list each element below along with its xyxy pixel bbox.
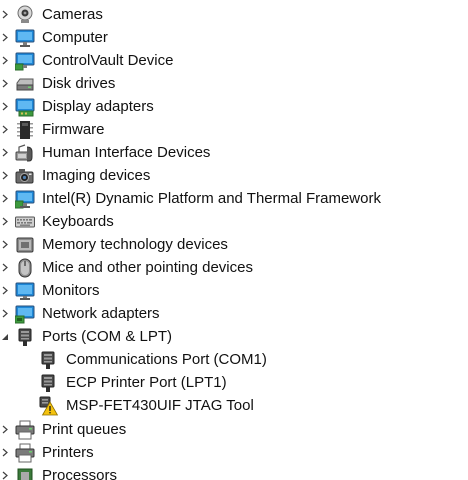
port-icon: [15, 327, 35, 347]
expand-chevron-icon[interactable]: [0, 72, 10, 95]
tree-item-label: Mice and other pointing devices: [42, 259, 253, 276]
tree-item-label: Disk drives: [42, 75, 116, 92]
tree-item-label: Print queues: [42, 421, 127, 438]
tree-item-label: ECP Printer Port (LPT1): [66, 374, 227, 391]
tree-item-label: MSP-FET430UIF JTAG Tool: [66, 397, 254, 414]
firmware-icon: [15, 120, 35, 140]
expand-chevron-icon[interactable]: [0, 141, 10, 164]
tree-item-label: Computer: [42, 29, 108, 46]
tree-item-cameras[interactable]: Cameras: [0, 3, 468, 26]
expand-chevron-icon[interactable]: [0, 164, 10, 187]
tree-item-disk-drives[interactable]: Disk drives: [0, 72, 468, 95]
tree-item-label: Human Interface Devices: [42, 144, 211, 161]
printer-icon: [15, 443, 35, 463]
tree-item-label: Communications Port (COM1): [66, 351, 267, 368]
expand-chevron-icon[interactable]: [0, 95, 10, 118]
tree-item-label: ControlVault Device: [42, 52, 174, 69]
network-adapter-icon: [15, 304, 35, 324]
tree-item-label: Cameras: [42, 6, 103, 23]
expand-chevron-icon[interactable]: [0, 302, 10, 325]
controlvault-icon: [15, 51, 35, 71]
tree-item-ports[interactable]: Ports (COM & LPT): [0, 325, 468, 348]
port-icon: [38, 373, 58, 393]
tree-item-label: Firmware: [42, 121, 105, 138]
expand-chevron-icon[interactable]: [0, 187, 10, 210]
tree-item-network-adapters[interactable]: Network adapters: [0, 302, 468, 325]
disk-drive-icon: [15, 74, 35, 94]
tree-item-keyboards[interactable]: Keyboards: [0, 210, 468, 233]
expand-chevron-icon[interactable]: [0, 26, 10, 49]
expand-chevron-icon[interactable]: [0, 118, 10, 141]
expand-chevron-icon[interactable]: [0, 441, 10, 464]
tree-item-label: Display adapters: [42, 98, 154, 115]
tree-item-label: Processors: [42, 467, 118, 480]
imaging-device-icon: [15, 166, 35, 186]
tree-child-lpt1[interactable]: ECP Printer Port (LPT1): [0, 371, 468, 394]
tree-item-display-adapters[interactable]: Display adapters: [0, 95, 468, 118]
expand-chevron-icon[interactable]: [0, 464, 10, 480]
tree-item-printers[interactable]: Printers: [0, 441, 468, 464]
tree-child-com1[interactable]: Communications Port (COM1): [0, 348, 468, 371]
tree-item-intel-dynamic-platform[interactable]: Intel(R) Dynamic Platform and Thermal Fr…: [0, 187, 468, 210]
expand-chevron-icon[interactable]: [0, 3, 10, 26]
tree-item-processors[interactable]: Processors: [0, 464, 468, 480]
keyboard-icon: [15, 212, 35, 232]
intel-dptf-icon: [15, 189, 35, 209]
tree-item-label: Imaging devices: [42, 167, 151, 184]
expand-chevron-icon[interactable]: [0, 49, 10, 72]
collapse-chevron-icon[interactable]: [0, 325, 10, 348]
expand-chevron-icon[interactable]: [0, 233, 10, 256]
port-icon: [38, 350, 58, 370]
tree-item-human-interface-devices[interactable]: Human Interface Devices: [0, 141, 468, 164]
tree-item-firmware[interactable]: Firmware: [0, 118, 468, 141]
memory-device-icon: [15, 235, 35, 255]
device-tree: Cameras Computer ControlVault Device Dis…: [0, 0, 468, 480]
print-queue-icon: [15, 420, 35, 440]
hid-icon: [15, 143, 35, 163]
tree-item-imaging-devices[interactable]: Imaging devices: [0, 164, 468, 187]
tree-item-label: Monitors: [42, 282, 100, 299]
tree-item-label: Ports (COM & LPT): [42, 328, 173, 345]
tree-item-label: Keyboards: [42, 213, 114, 230]
tree-item-monitors[interactable]: Monitors: [0, 279, 468, 302]
expand-chevron-icon[interactable]: [0, 210, 10, 233]
tree-item-controlvault-device[interactable]: ControlVault Device: [0, 49, 468, 72]
tree-item-label: Intel(R) Dynamic Platform and Thermal Fr…: [42, 190, 381, 207]
tree-item-mice[interactable]: Mice and other pointing devices: [0, 256, 468, 279]
expand-chevron-icon[interactable]: [0, 279, 10, 302]
tree-item-memory-technology-devices[interactable]: Memory technology devices: [0, 233, 468, 256]
display-adapter-icon: [15, 97, 35, 117]
computer-icon: [15, 28, 35, 48]
expand-chevron-icon[interactable]: [0, 418, 10, 441]
tree-item-computer[interactable]: Computer: [0, 26, 468, 49]
warning-icon: [38, 396, 58, 416]
camera-icon: [15, 5, 35, 25]
tree-item-print-queues[interactable]: Print queues: [0, 418, 468, 441]
tree-child-msp-fet430uif[interactable]: MSP-FET430UIF JTAG Tool: [0, 394, 468, 417]
monitor-icon: [15, 281, 35, 301]
mouse-icon: [15, 258, 35, 278]
tree-item-label: Printers: [42, 444, 94, 461]
tree-item-label: Memory technology devices: [42, 236, 228, 253]
expand-chevron-icon[interactable]: [0, 256, 10, 279]
tree-item-label: Network adapters: [42, 305, 160, 322]
processor-icon: [15, 466, 35, 480]
